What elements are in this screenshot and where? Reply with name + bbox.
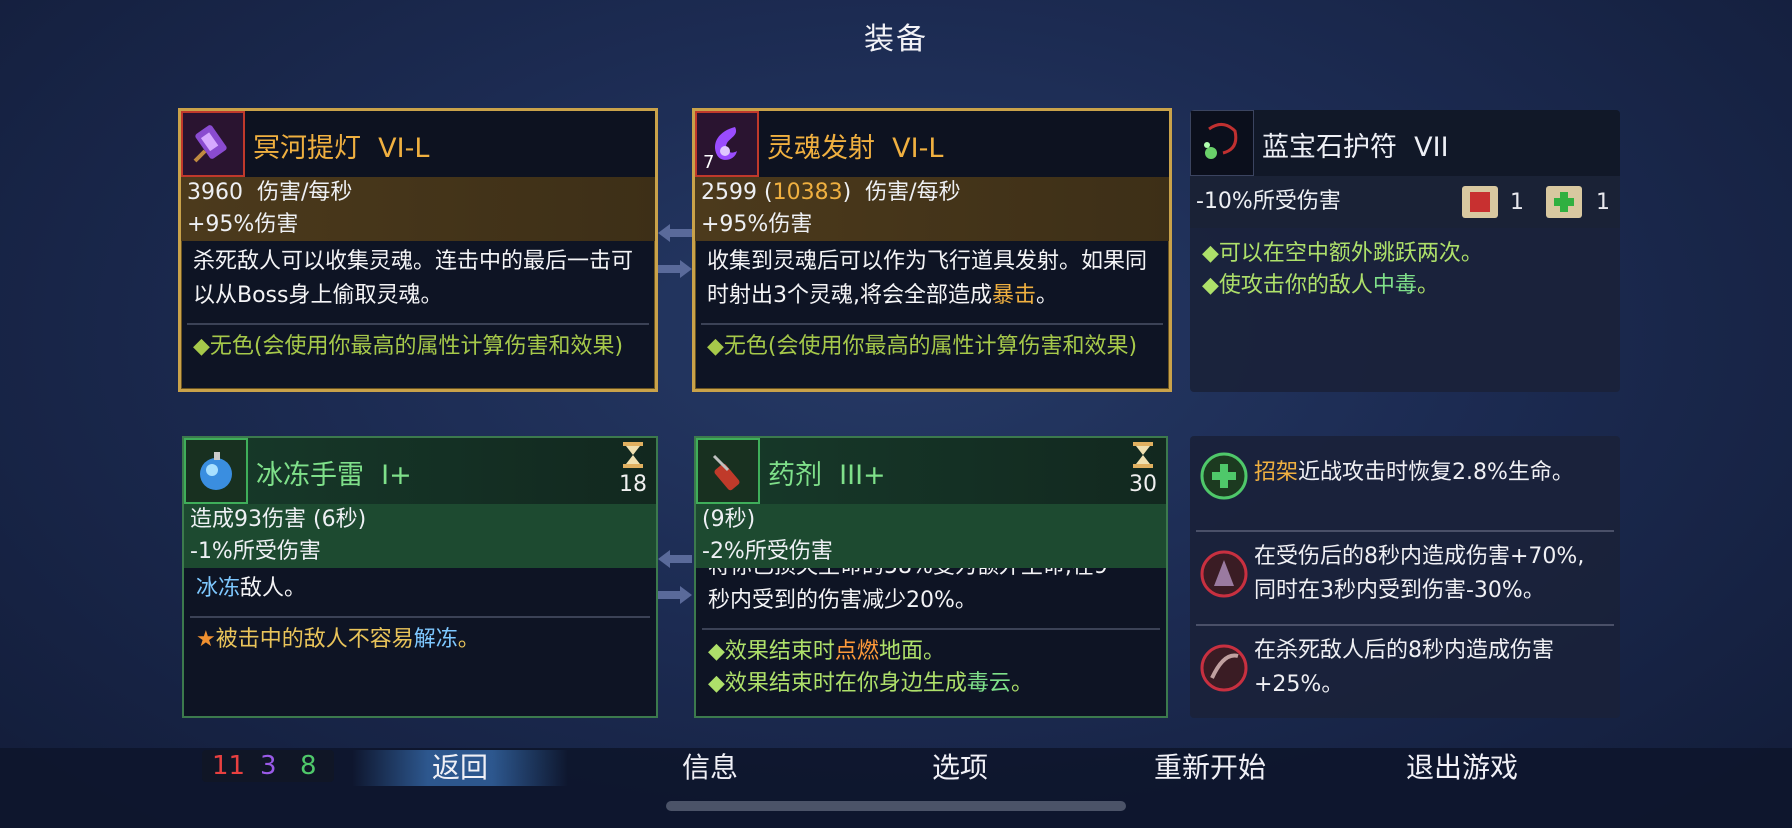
freeze-grenade-icon <box>184 438 248 504</box>
damage-bonus: +95%伤害 <box>187 212 299 237</box>
swap-right-arrow-icon[interactable] <box>658 584 692 606</box>
scroll-brutality-icon <box>1458 180 1502 228</box>
item-description: 秒内受到的伤害减少20%。 <box>708 588 977 613</box>
damage-bonus: +95%伤害 <box>701 212 813 237</box>
weapon-card-soul-shot[interactable]: 7 灵魂发射 VI-L 2599 (10383) 伤害/每秒 +95%伤害 收集… <box>692 108 1172 392</box>
menu-quit-button[interactable]: 退出游戏 <box>1362 750 1562 786</box>
killer-instinct-icon <box>1198 642 1250 694</box>
amulet-icon <box>1190 110 1254 176</box>
scroll-count: 1 <box>1510 190 1524 215</box>
item-name: 蓝宝石护符 VII <box>1262 132 1449 163</box>
divider <box>701 323 1163 325</box>
item-stats: 3960 伤害/每秒 +95%伤害 <box>181 177 655 241</box>
hourglass-icon <box>623 442 643 468</box>
parry-shield-icon <box>1198 450 1250 502</box>
skill-card-freeze-grenade[interactable]: 冰冻手雷 I+ 18 造成93伤害 (6秒) -1%所受伤害 冰冻敌人。 ★被击… <box>182 436 658 718</box>
divider <box>190 616 650 618</box>
skill-card-potion[interactable]: 药剂 III+ 30 (9秒) -2%所受伤害 将你已损失生命的58%变为额外生… <box>694 436 1168 718</box>
card-header: 冰冻手雷 I+ 18 <box>184 438 656 504</box>
card-header: 蓝宝石护符 VII <box>1190 110 1620 176</box>
swap-right-arrow-icon[interactable] <box>658 258 692 280</box>
mutation-killer-instinct[interactable]: 在杀死敌人后的8秒内造成伤害 +25%。 <box>1194 634 1616 710</box>
home-indicator[interactable] <box>666 801 1126 811</box>
item-stats: (9秒) -2%所受伤害 <box>696 504 1166 568</box>
item-description: 收集到灵魂后可以作为飞行道具发射。如果同时射出3个灵魂,将会全部造成暴击。 <box>707 249 1148 308</box>
affix-poison-cloud: ◆效果结束时在你身边生成毒云。 <box>708 671 1033 696</box>
divider <box>1196 624 1614 626</box>
soul-flame-icon: 7 <box>695 111 759 177</box>
affix-freeze: ★被击中的敌人不容易解冻。 <box>196 627 480 652</box>
item-name: 冥河提灯 VI-L <box>253 133 430 164</box>
damage-line: 造成93伤害 (6秒) <box>190 507 367 532</box>
mutation-vengeance[interactable]: 在受伤后的8秒内造成伤害+70%, 同时在3秒内受到伤害-30%。 <box>1194 540 1616 616</box>
mutation-parry[interactable]: 招架近战攻击时恢复2.8%生命。 <box>1194 442 1616 518</box>
menu-options-button[interactable]: 选项 <box>860 750 1060 786</box>
item-stats: -10%所受伤害 1 1 <box>1190 176 1620 228</box>
hourglass-icon <box>1133 442 1153 468</box>
menu-restart-button[interactable]: 重新开始 <box>1110 750 1310 786</box>
vengeance-icon <box>1198 548 1250 600</box>
item-name: 冰冻手雷 I+ <box>256 460 412 491</box>
affix-poison: ◆使攻击你的敌人中毒。 <box>1202 273 1439 298</box>
scrolled-description: 将你已损失生命的58%变为额外生命,在9 <box>696 568 1166 584</box>
lantern-icon <box>181 111 245 177</box>
screen-title: 装备 <box>864 22 928 57</box>
scroll-survival-icon <box>1542 180 1586 228</box>
menu-back-button[interactable]: 返回 <box>352 750 568 786</box>
dps-line: 2599 (10383) 伤害/每秒 <box>701 180 961 205</box>
weapon-card-lantern[interactable]: 冥河提灯 VI-L 3960 伤害/每秒 +95%伤害 杀死敌人可以收集灵魂。连… <box>178 108 658 392</box>
brutality-count: 11 <box>212 751 246 781</box>
scroll-stats: 11 3 8 <box>202 750 334 782</box>
menu-info-button[interactable]: 信息 <box>610 750 810 786</box>
divider <box>702 628 1160 630</box>
amulet-card[interactable]: 蓝宝石护符 VII -10%所受伤害 1 1 ◆可以在空中额外跳跃两次。 ◆使攻… <box>1190 110 1620 392</box>
tactics-count: 3 <box>260 751 277 781</box>
divider <box>1196 530 1614 532</box>
potion-icon <box>696 438 760 504</box>
divider <box>187 323 649 325</box>
item-name: 灵魂发射 VI-L <box>767 133 944 164</box>
defense-stat: -1%所受伤害 <box>190 539 321 564</box>
affix-colorless: ◆无色(会使用你最高的属性计算伤害和效果) <box>707 334 1138 359</box>
card-header: 药剂 III+ 30 <box>696 438 1166 504</box>
star-icon: ★ <box>196 627 216 652</box>
survival-count: 8 <box>300 751 317 781</box>
swap-left-arrow-icon[interactable] <box>658 222 692 244</box>
card-header: 冥河提灯 VI-L <box>181 111 655 177</box>
cooldown: 18 <box>616 442 650 497</box>
duration-line: (9秒) <box>702 507 756 532</box>
defense-stat: -10%所受伤害 <box>1196 189 1341 214</box>
affix-ignite: ◆效果结束时点燃地面。 <box>708 639 945 664</box>
mutations-panel: 招架近战攻击时恢复2.8%生命。 在受伤后的8秒内造成伤害+70%, 同时在3秒内… <box>1190 436 1620 718</box>
affix-double-jump: ◆可以在空中额外跳跃两次。 <box>1202 241 1483 266</box>
item-stats: 造成93伤害 (6秒) -1%所受伤害 <box>184 504 656 568</box>
item-description: 冰冻敌人。 <box>196 576 307 601</box>
swap-left-arrow-icon[interactable] <box>658 548 692 570</box>
item-description: 杀死敌人可以收集灵魂。连击中的最后一击可以从Boss身上偷取灵魂。 <box>193 249 634 308</box>
cooldown: 30 <box>1126 442 1160 497</box>
card-header: 7 灵魂发射 VI-L <box>695 111 1169 177</box>
item-stats: 2599 (10383) 伤害/每秒 +95%伤害 <box>695 177 1169 241</box>
defense-stat: -2%所受伤害 <box>702 539 833 564</box>
item-name: 药剂 III+ <box>768 460 886 491</box>
affix-colorless: ◆无色(会使用你最高的属性计算伤害和效果) <box>193 334 624 359</box>
charge-count: 7 <box>703 152 715 173</box>
dps-line: 3960 伤害/每秒 <box>187 180 353 205</box>
scroll-count: 1 <box>1596 190 1610 215</box>
